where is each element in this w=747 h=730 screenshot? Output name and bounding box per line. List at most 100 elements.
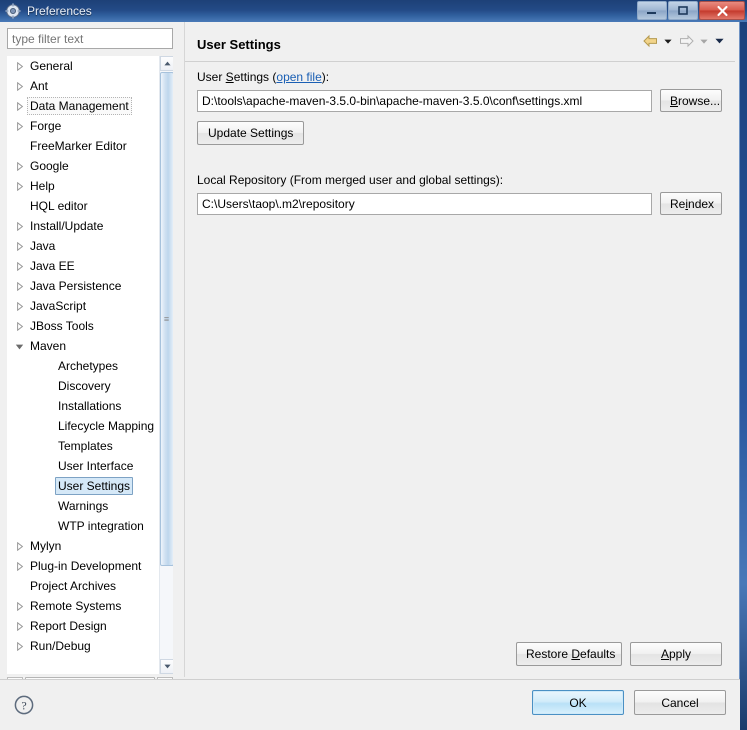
tree-expand-arrow-icon[interactable]	[11, 61, 27, 71]
sidebar-item-warnings[interactable]: Warnings	[7, 496, 159, 516]
sidebar-item-lifecycle-mapping[interactable]: Lifecycle Mapping	[7, 416, 159, 436]
local-repository-path-input[interactable]	[197, 192, 652, 215]
sidebar-item-report-design[interactable]: Report Design	[7, 616, 159, 636]
sidebar-item-remote-systems[interactable]: Remote Systems	[7, 596, 159, 616]
sidebar-item-label: User Settings	[55, 477, 134, 495]
sidebar-item-label: Plug-in Development	[30, 559, 142, 573]
restore-mnemonic: D	[571, 647, 581, 661]
update-settings-row: Update Settings	[197, 121, 735, 145]
tree-expand-arrow-icon[interactable]	[11, 601, 27, 611]
tree-expand-arrow-icon[interactable]	[11, 161, 27, 171]
tree-expand-arrow-icon[interactable]	[11, 321, 27, 331]
user-settings-path-input[interactable]	[197, 89, 652, 112]
sidebar-item-user-settings[interactable]: User Settings	[7, 476, 159, 496]
back-button[interactable]	[641, 32, 659, 50]
sidebar-item-installations[interactable]: Installations	[7, 396, 159, 416]
apply-button[interactable]: Apply	[630, 642, 722, 666]
sidebar-item-label: Project Archives	[30, 579, 117, 593]
restore-suffix: efaults	[580, 647, 616, 661]
scroll-up-icon	[163, 61, 171, 66]
tree-vertical-scroll-thumb[interactable]: ≡	[160, 72, 173, 566]
sidebar-item-data-management[interactable]: Data Management	[7, 96, 159, 116]
restore-defaults-button[interactable]: Restore Defaults	[516, 642, 622, 666]
tree-expand-arrow-icon[interactable]	[11, 241, 27, 251]
update-settings-button[interactable]: Update Settings	[197, 121, 305, 145]
sidebar-item-general[interactable]: General	[7, 56, 159, 76]
minimize-button[interactable]	[637, 1, 667, 20]
sidebar-item-maven[interactable]: Maven	[7, 336, 159, 356]
tree-expand-arrow-icon[interactable]	[11, 301, 27, 311]
apply-mnemonic: A	[660, 647, 669, 661]
tree-expand-arrow-icon[interactable]	[11, 621, 27, 631]
reindex-button[interactable]: Reindex	[660, 192, 722, 215]
sidebar-item-hql-editor[interactable]: HQL editor	[7, 196, 159, 216]
sidebar-item-discovery[interactable]: Discovery	[7, 376, 159, 396]
sidebar-item-freemarker-editor[interactable]: FreeMarker Editor	[7, 136, 159, 156]
tree-expand-arrow-icon[interactable]	[11, 261, 27, 271]
user-settings-label-mnemonic: S	[225, 70, 234, 84]
tree-expand-arrow-icon[interactable]	[11, 221, 27, 231]
tree-expand-arrow-icon[interactable]	[11, 101, 27, 111]
tree-expand-arrow-icon[interactable]	[11, 81, 27, 91]
sidebar-item-label: Maven	[30, 339, 67, 353]
sidebar-item-help[interactable]: Help	[7, 176, 159, 196]
tree-expand-arrow-icon[interactable]	[11, 641, 27, 651]
tree-scroll-up-button[interactable]	[160, 56, 173, 71]
dialog-action-buttons: OK Cancel	[532, 690, 726, 715]
close-icon	[716, 5, 728, 16]
preferences-dialog: General Ant Data Management Forge FreeMarker…	[0, 22, 740, 730]
sidebar-item-label: Remote Systems	[30, 599, 122, 613]
page-menu-dropdown[interactable]	[713, 32, 725, 50]
ok-button[interactable]: OK	[532, 690, 624, 715]
help-question-icon[interactable]: ?	[13, 694, 35, 716]
back-history-dropdown[interactable]	[662, 32, 674, 50]
sidebar-item-templates[interactable]: Templates	[7, 436, 159, 456]
preferences-gear-icon	[5, 3, 21, 19]
sidebar-item-label: Mylyn	[30, 539, 62, 553]
sidebar-item-java[interactable]: Java	[7, 236, 159, 256]
open-file-link[interactable]: open file	[276, 70, 321, 84]
browse-button[interactable]: Browse...	[660, 89, 722, 112]
tree-collapse-arrow-icon[interactable]	[11, 342, 27, 351]
sidebar-item-javascript[interactable]: JavaScript	[7, 296, 159, 316]
sidebar-item-mylyn[interactable]: Mylyn	[7, 536, 159, 556]
tree-vertical-scrollbar[interactable]: ≡	[159, 56, 173, 674]
tree-expand-arrow-icon[interactable]	[11, 541, 27, 551]
sidebar-item-wtp-integration[interactable]: WTP integration	[7, 516, 159, 536]
sidebar-item-archetypes[interactable]: Archetypes	[7, 356, 159, 376]
sidebar-item-plug-in-development[interactable]: Plug-in Development	[7, 556, 159, 576]
sidebar-item-jboss-tools[interactable]: JBoss Tools	[7, 316, 159, 336]
sidebar-item-label: FreeMarker Editor	[30, 139, 127, 153]
preferences-tree[interactable]: General Ant Data Management Forge FreeMarker…	[7, 56, 173, 674]
sidebar-item-label: Google	[30, 159, 69, 173]
page-action-buttons: Restore Defaults Apply	[516, 642, 722, 666]
sidebar-item-java-ee[interactable]: Java EE	[7, 256, 159, 276]
sidebar-item-google[interactable]: Google	[7, 156, 159, 176]
tree-expand-arrow-icon[interactable]	[11, 561, 27, 571]
cancel-button[interactable]: Cancel	[634, 690, 726, 715]
tree-expand-arrow-icon[interactable]	[11, 281, 27, 291]
sidebar-item-project-archives[interactable]: Project Archives	[7, 576, 159, 596]
tree-scroll-down-button[interactable]	[160, 659, 173, 674]
reindex-prefix: Re	[670, 196, 686, 211]
window-title: Preferences	[27, 4, 92, 18]
sidebar-item-label: JavaScript	[30, 299, 87, 313]
tree-expand-arrow-icon[interactable]	[11, 121, 27, 131]
filter-input[interactable]	[7, 28, 173, 49]
sidebar-item-run-debug[interactable]: Run/Debug	[7, 636, 159, 656]
sidebar-item-java-persistence[interactable]: Java Persistence	[7, 276, 159, 296]
sidebar-item-label: Lifecycle Mapping	[58, 419, 155, 433]
restore-prefix: Restore	[526, 647, 572, 661]
maximize-button[interactable]	[668, 1, 698, 20]
sidebar-item-label: Java EE	[30, 259, 75, 273]
sidebar-item-user-interface[interactable]: User Interface	[7, 456, 159, 476]
sidebar-item-ant[interactable]: Ant	[7, 76, 159, 96]
preferences-window: Preferences Gen	[0, 0, 747, 730]
sidebar-item-forge[interactable]: Forge	[7, 116, 159, 136]
sidebar-item-install-update[interactable]: Install/Update	[7, 216, 159, 236]
tree-expand-arrow-icon[interactable]	[11, 181, 27, 191]
maximize-icon	[678, 6, 688, 15]
back-arrow-icon	[642, 34, 657, 48]
sidebar-item-label: Ant	[30, 79, 49, 93]
close-button[interactable]	[699, 1, 745, 20]
